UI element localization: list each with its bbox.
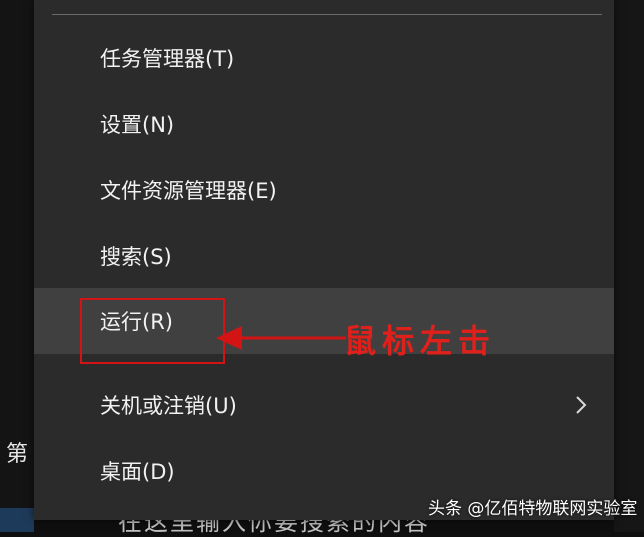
- annotation-label: 鼠标左击: [344, 322, 497, 360]
- menu-item-label: 文件资源管理器(E): [100, 179, 277, 203]
- watermark: 头条 @亿佰特物联网实验室: [428, 499, 638, 519]
- background-window-left: 第: [0, 0, 34, 532]
- menu-item-settings[interactable]: 设置(N): [34, 91, 614, 157]
- menu-item-label: 关机或注销(U): [100, 394, 237, 418]
- chevron-right-icon: [576, 396, 587, 414]
- menu-item-search[interactable]: 搜索(S): [34, 223, 614, 289]
- menu-item-task-manager[interactable]: 任务管理器(T): [34, 25, 614, 91]
- menu-item-file-explorer[interactable]: 文件资源管理器(E): [34, 157, 614, 223]
- menu-item-label: 搜索(S): [100, 245, 172, 269]
- background-window-right: [614, 0, 644, 532]
- menu-item-label: 设置(N): [100, 113, 175, 137]
- arrow-left-icon: [216, 326, 346, 350]
- menu-separator: [52, 14, 602, 15]
- background-window-text: 第: [6, 442, 29, 467]
- annotation-highlight-box: [80, 298, 225, 364]
- context-menu: 任务管理器(T) 设置(N) 文件资源管理器(E) 搜索(S) 运行(R) 关机…: [34, 0, 614, 520]
- menu-item-label: 桌面(D): [100, 460, 175, 484]
- menu-item-label: 任务管理器(T): [100, 47, 235, 71]
- taskbar-edge: [0, 508, 34, 532]
- menu-item-shutdown[interactable]: 关机或注销(U): [34, 372, 614, 438]
